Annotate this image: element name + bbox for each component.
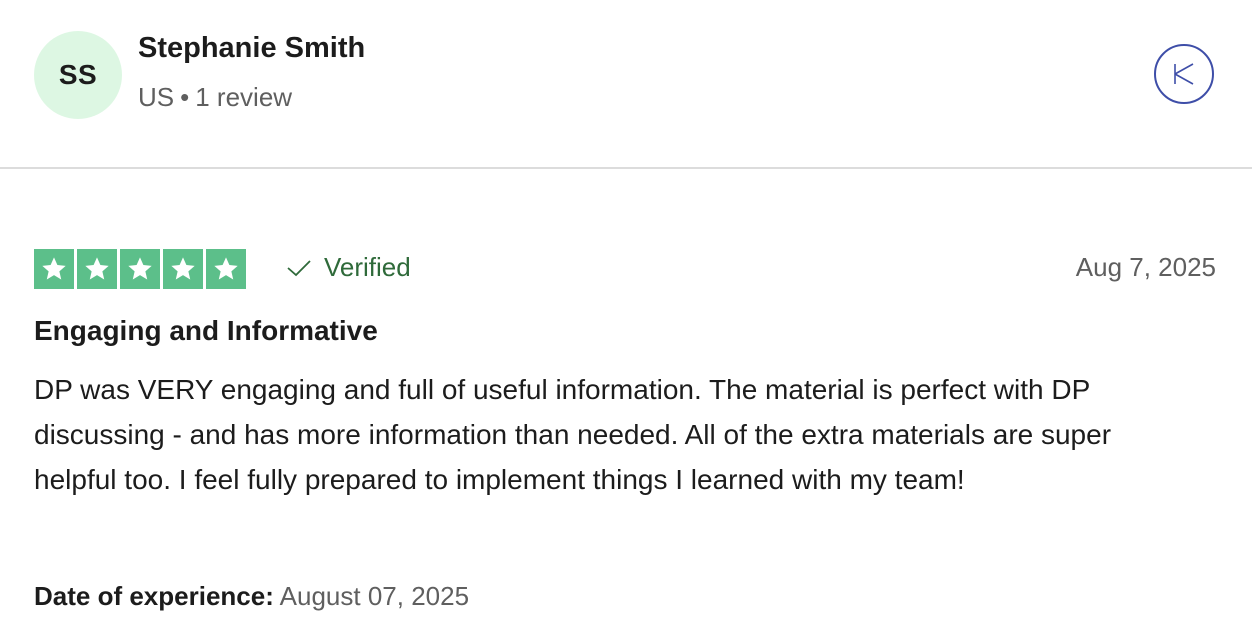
star-rating [34, 249, 246, 289]
reviewer-country: US [138, 82, 175, 112]
verified-label: Verified [324, 252, 411, 282]
reviewer-header: SS Stephanie Smith US • 1 review [0, 0, 1252, 169]
star-icon [214, 257, 238, 280]
avatar: SS [34, 31, 122, 119]
checkmark-icon [287, 259, 311, 276]
star-icon [85, 257, 109, 280]
date-of-experience: Date of experience: August 07, 2025 [34, 581, 469, 612]
reviewer-name[interactable]: Stephanie Smith [138, 32, 365, 65]
reviewer-review-count: 1 review [195, 82, 293, 112]
star-icon [128, 257, 152, 280]
close-icon [1174, 63, 1194, 85]
experience-label: Date of experience: [34, 581, 274, 611]
close-button[interactable] [1154, 44, 1214, 104]
review-title: Engaging and Informative [34, 315, 378, 346]
experience-date: August 07, 2025 [279, 581, 470, 611]
star-icon [171, 257, 195, 280]
verified-badge[interactable]: Verified [286, 252, 411, 283]
meta-separator: • [180, 82, 190, 112]
star-1 [34, 249, 74, 289]
star-4 [163, 249, 203, 289]
review-date: Aug 7, 2025 [1075, 252, 1216, 282]
star-2 [77, 249, 117, 289]
star-3 [120, 249, 160, 289]
star-5 [206, 249, 246, 289]
review-body: DP was VERY engaging and full of useful … [34, 374, 1112, 495]
reviewer-meta: US • 1 review [138, 82, 292, 113]
star-icon [42, 257, 66, 280]
